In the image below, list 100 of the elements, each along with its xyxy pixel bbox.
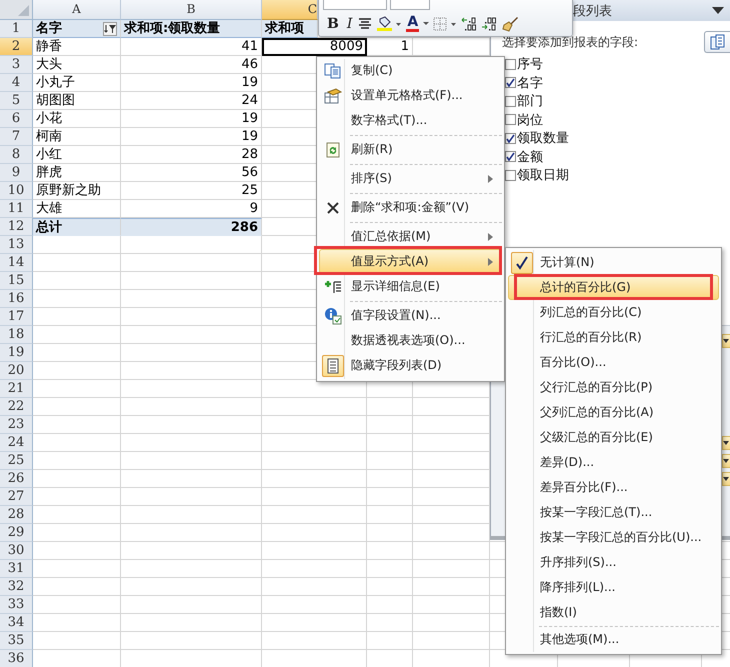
- row-header[interactable]: 36: [0, 650, 33, 667]
- row-header[interactable]: 15: [0, 272, 33, 290]
- table-cell: 8009: [262, 38, 367, 56]
- table-cell-text: 46: [240, 56, 259, 74]
- checkbox[interactable]: [505, 114, 516, 126]
- italic-button[interactable]: I: [344, 16, 354, 32]
- row-header[interactable]: 1: [0, 20, 33, 38]
- menu-item[interactable]: 差异(D)...: [508, 450, 719, 475]
- dropdown-field[interactable]: [722, 472, 730, 486]
- layout-button[interactable]: [704, 31, 730, 53]
- dropdown-field[interactable]: [722, 436, 730, 450]
- menu-item[interactable]: 排序(S): [319, 166, 502, 191]
- checkbox[interactable]: [505, 170, 516, 181]
- menu-item[interactable]: 数据透视表选项(O)...: [319, 328, 502, 353]
- column-header[interactable]: B: [121, 0, 262, 20]
- menu-item[interactable]: 指数(I): [508, 600, 719, 625]
- format-painter-icon[interactable]: [501, 16, 520, 32]
- row-header[interactable]: 23: [0, 416, 33, 434]
- decrease-decimal-icon[interactable]: [481, 16, 498, 30]
- dropdown-icon[interactable]: [712, 7, 724, 14]
- row-header[interactable]: 4: [0, 74, 33, 92]
- show-details-icon: [324, 280, 342, 294]
- fill-color-icon[interactable]: [376, 16, 402, 32]
- column-header[interactable]: A: [33, 0, 121, 20]
- row-header[interactable]: 20: [0, 362, 33, 380]
- table-cell-text: 56: [240, 164, 259, 182]
- row-header[interactable]: 7: [0, 128, 33, 146]
- increase-decimal-icon[interactable]: [461, 16, 478, 30]
- row-header[interactable]: 35: [0, 632, 33, 650]
- menu-item[interactable]: 列汇总的百分比(C): [508, 300, 719, 325]
- row-header[interactable]: 17: [0, 308, 33, 326]
- row-header[interactable]: 34: [0, 614, 33, 632]
- dropdown-field[interactable]: [722, 334, 730, 348]
- menu-item[interactable]: 行汇总的百分比(R): [508, 325, 719, 350]
- row-header[interactable]: 28: [0, 506, 33, 524]
- menu-item[interactable]: 父列汇总的百分比(A): [508, 400, 719, 425]
- menu-item[interactable]: 差异百分比(F)...: [508, 475, 719, 500]
- row-header[interactable]: 8: [0, 146, 33, 164]
- row-header[interactable]: 10: [0, 182, 33, 200]
- row-header[interactable]: 24: [0, 434, 33, 452]
- checkbox[interactable]: [505, 132, 516, 144]
- row-header[interactable]: 33: [0, 596, 33, 614]
- menu-item[interactable]: 值汇总依据(M): [319, 224, 502, 249]
- dropdown-field[interactable]: [722, 454, 730, 468]
- field-label: 领取数量: [517, 130, 569, 148]
- row-header[interactable]: 27: [0, 488, 33, 506]
- table-cell-text: 胖虎: [35, 164, 63, 182]
- checkbox[interactable]: [505, 77, 516, 88]
- table-cell-text: 19: [240, 110, 259, 128]
- menu-item[interactable]: 百分比(O)...: [508, 350, 719, 375]
- row-header[interactable]: 18: [0, 326, 33, 344]
- menu-item[interactable]: 复制(C): [319, 58, 502, 83]
- row-header[interactable]: 9: [0, 164, 33, 182]
- format-cells-icon: [324, 88, 342, 104]
- column-header[interactable]: C: [262, 0, 318, 20]
- row-header[interactable]: 2: [0, 38, 33, 56]
- menu-item[interactable]: 设置单元格格式(F)...: [319, 83, 502, 108]
- checkbox[interactable]: [505, 96, 516, 107]
- menu-item[interactable]: 按某一字段汇总的百分比(U)...: [508, 525, 719, 550]
- menu-item[interactable]: 其他选项(M)...: [508, 627, 719, 652]
- row-header[interactable]: 25: [0, 452, 33, 470]
- row-header[interactable]: 16: [0, 290, 33, 308]
- menu-item[interactable]: 无计算(N): [508, 250, 719, 275]
- menu-item[interactable]: 值字段设置(N)...: [319, 303, 502, 328]
- center-align-icon[interactable]: [358, 18, 372, 30]
- row-header[interactable]: 30: [0, 542, 33, 560]
- row-header[interactable]: 31: [0, 560, 33, 578]
- row-header[interactable]: 5: [0, 92, 33, 110]
- row-header[interactable]: 3: [0, 56, 33, 74]
- font-name-field[interactable]: [323, 0, 387, 10]
- menu-item[interactable]: 按某一字段汇总(T)...: [508, 500, 719, 525]
- menu-item[interactable]: 数字格式(T)...: [319, 108, 502, 133]
- row-header[interactable]: 22: [0, 398, 33, 416]
- checkbox[interactable]: [505, 151, 516, 162]
- row-header[interactable]: 11: [0, 200, 33, 218]
- menu-item[interactable]: 升序排列(S)...: [508, 550, 719, 575]
- menu-item[interactable]: 降序排列(L)...: [508, 575, 719, 600]
- row-header[interactable]: 26: [0, 470, 33, 488]
- menu-item[interactable]: 父级汇总的百分比(E): [508, 425, 719, 450]
- menu-item[interactable]: 显示详细信息(E): [319, 274, 502, 299]
- row-header[interactable]: 13: [0, 236, 33, 254]
- delete-icon: [326, 200, 340, 214]
- menu-item[interactable]: 刷新(R): [319, 137, 502, 162]
- row-header[interactable]: 32: [0, 578, 33, 596]
- font-size-field[interactable]: [390, 0, 430, 10]
- menu-item[interactable]: 父行汇总的百分比(P): [508, 375, 719, 400]
- menu-item[interactable]: 总计的百分比(G): [508, 275, 719, 300]
- row-header[interactable]: 12: [0, 218, 33, 236]
- row-header[interactable]: 21: [0, 380, 33, 398]
- row-header[interactable]: 29: [0, 524, 33, 542]
- checkbox[interactable]: [505, 58, 516, 70]
- caret-icon[interactable]: [423, 22, 430, 26]
- row-header[interactable]: 6: [0, 110, 33, 128]
- menu-item[interactable]: 隐藏字段列表(D): [319, 353, 502, 378]
- menu-item[interactable]: 删除“求和项:金额”(V): [319, 195, 502, 220]
- font-color-button[interactable]: A: [406, 15, 420, 32]
- row-header[interactable]: 14: [0, 254, 33, 272]
- row-header[interactable]: 19: [0, 344, 33, 362]
- filter-icon[interactable]: [103, 22, 117, 36]
- bold-button[interactable]: B: [325, 16, 341, 32]
